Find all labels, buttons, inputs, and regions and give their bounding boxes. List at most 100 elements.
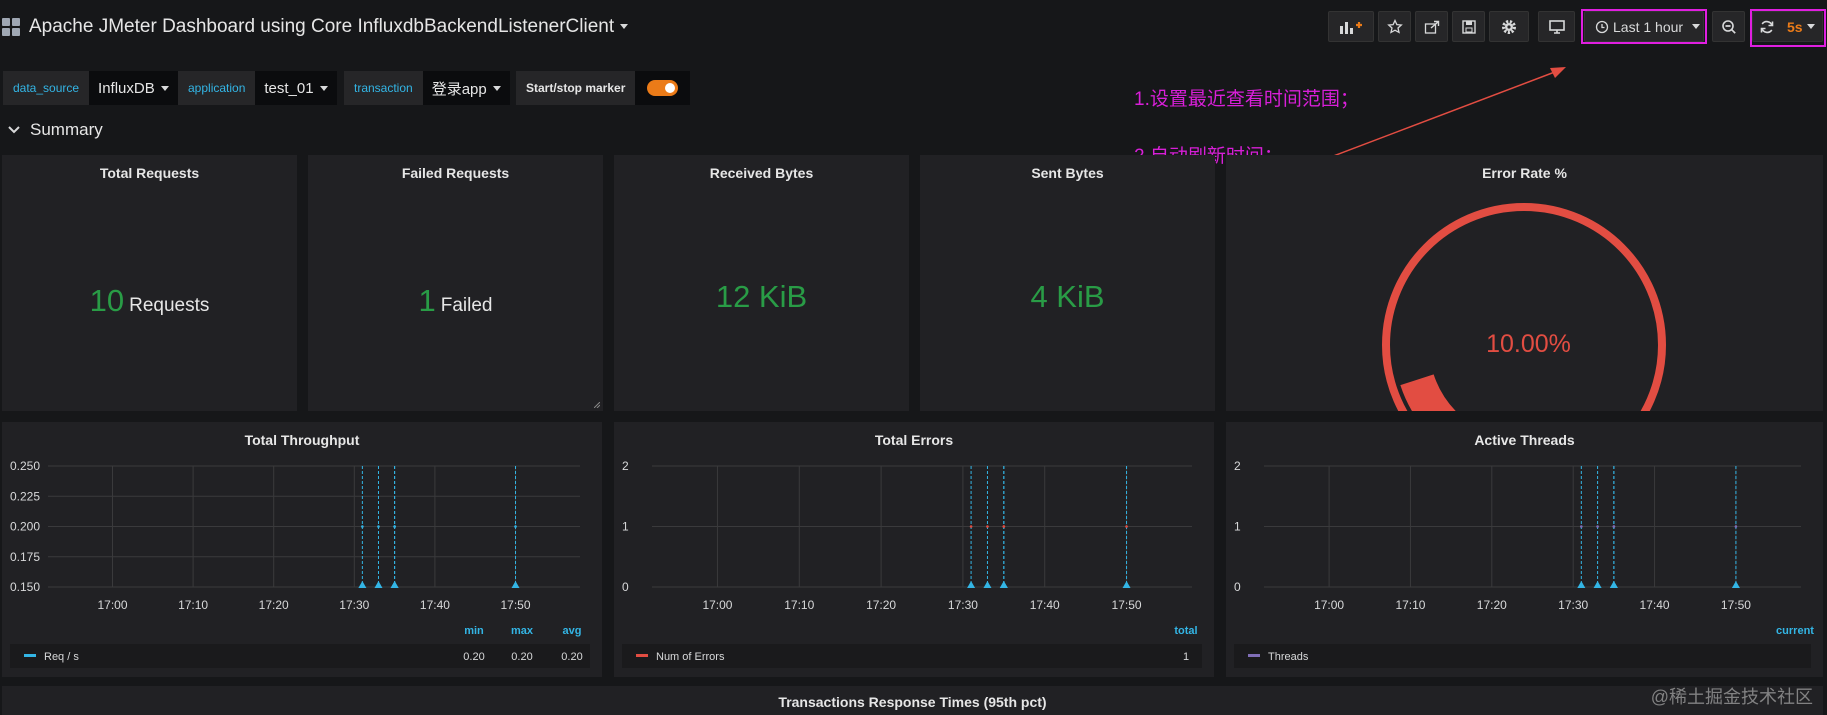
row-title: Summary	[30, 120, 103, 139]
stat-value: 1 Failed	[418, 283, 493, 318]
x-tick-label: 17:00	[97, 598, 127, 612]
variable-value[interactable]: 登录app	[422, 71, 510, 105]
y-tick-label: 0.200	[10, 520, 40, 534]
x-tick-label: 17:10	[178, 598, 208, 612]
variable-application[interactable]: application test_01	[178, 71, 337, 105]
data-point	[1596, 525, 1599, 528]
y-tick-label: 2	[622, 459, 629, 473]
settings-button[interactable]	[1489, 11, 1529, 42]
data-point	[514, 525, 517, 528]
legend-header: max	[511, 625, 534, 637]
legend-value: 0.20	[463, 651, 484, 663]
annotation-marker	[358, 581, 367, 588]
x-tick-label: 17:10	[784, 598, 814, 612]
add-panel-icon	[1340, 21, 1362, 34]
throughput-graph: 0.250 0.225 0.200 0.175 0.150 17:00 17:10 17:20…	[10, 459, 590, 668]
panel-title: Sent Bytes	[1031, 165, 1104, 181]
threads-graph: 2 1 0 17:00 17:10 17:20 17:30 17:40 17:50 current…	[1234, 459, 1814, 668]
annotation-note-1: 1.设置最近查看时间范围；	[1134, 89, 1359, 110]
share-button[interactable]	[1415, 11, 1448, 42]
legend-row	[1234, 644, 1811, 668]
chevron-down-icon	[160, 85, 169, 91]
y-tick-label: 0.250	[10, 459, 40, 473]
variable-data-source[interactable]: data_source InfluxDB	[3, 71, 178, 105]
variable-label: transaction	[344, 71, 423, 105]
x-tick-label: 17:20	[259, 598, 289, 612]
x-tick-label: 17:50	[1721, 598, 1751, 612]
monitor-icon	[1548, 19, 1565, 34]
dashboard-grid-icon[interactable]	[2, 18, 20, 36]
annotation-marker	[511, 581, 520, 588]
dashboard-title[interactable]: Apache JMeter Dashboard using Core Influ…	[29, 16, 629, 38]
annotation-marker	[390, 581, 399, 588]
variable-start-stop-marker[interactable]: Start/stop marker	[516, 71, 691, 105]
annotation-box-time-range	[1581, 9, 1707, 44]
y-tick-label: 0.150	[10, 580, 40, 594]
variable-label: data_source	[3, 71, 90, 105]
legend-row	[10, 644, 590, 668]
zoom-out-icon	[1721, 19, 1736, 34]
row-summary[interactable]: Summary	[8, 120, 103, 140]
annotation-box-refresh	[1750, 9, 1826, 47]
annotation-marker	[1593, 581, 1602, 588]
legend-value: 0.20	[561, 651, 582, 663]
y-tick-label: 0.225	[10, 489, 40, 503]
data-point	[969, 525, 973, 528]
x-tick-label: 17:10	[1395, 598, 1425, 612]
panel-active-threads[interactable]: Active Threads 2 1 0 17:00 17:10 17:20 17:30 17…	[1226, 422, 1823, 677]
data-point	[1612, 525, 1616, 528]
watermark: @稀土掘金技术社区	[1650, 687, 1813, 707]
variable-value[interactable]: InfluxDB	[89, 71, 178, 105]
panel-total-errors[interactable]: Total Errors 2 1 0 17:00 17:10 17:20 17:30 17:4…	[614, 422, 1214, 677]
legend-series-name: Num of Errors	[656, 651, 725, 663]
panel-response-times[interactable]: Transactions Response Times (95th pct)	[2, 686, 1823, 715]
panel-total-throughput[interactable]: Total Throughput 0.250 0.225 0.200 0.175 0.1…	[2, 422, 602, 677]
legend-series-name: Req / s	[44, 651, 79, 663]
x-tick-label: 17:30	[339, 598, 369, 612]
x-tick-label: 17:50	[1112, 598, 1142, 612]
variable-value[interactable]: test_01	[255, 71, 337, 105]
gauge-value: 10.00%	[1486, 330, 1571, 358]
annotation-marker	[374, 581, 383, 588]
data-point	[361, 525, 364, 528]
panel-title: Transactions Response Times (95th pct)	[778, 694, 1047, 710]
star-button[interactable]	[1378, 11, 1411, 42]
resize-handle-icon[interactable]	[594, 402, 600, 408]
tv-mode-button[interactable]	[1538, 11, 1575, 42]
variable-transaction[interactable]: transaction 登录app	[344, 71, 510, 105]
zoom-out-button[interactable]	[1712, 11, 1745, 42]
save-button[interactable]	[1452, 11, 1485, 42]
y-tick-label: 2	[1234, 459, 1241, 473]
panel-failed-requests[interactable]: Failed Requests 1 Failed	[308, 155, 603, 411]
data-point	[1580, 525, 1583, 528]
annotation-marker	[983, 581, 992, 588]
panel-title: Failed Requests	[401, 165, 510, 181]
legend-header: total	[1174, 625, 1197, 637]
data-point	[393, 525, 396, 528]
dashboard-title-text: Apache JMeter Dashboard using Core Influ…	[29, 16, 615, 37]
save-icon	[1461, 19, 1476, 34]
panel-title: Total Requests	[99, 165, 200, 181]
panel-received-bytes[interactable]: Received Bytes 12 KiB	[614, 155, 909, 411]
data-point	[1002, 525, 1006, 528]
stat-value: 4 KiB	[1030, 279, 1105, 314]
chevron-down-icon	[492, 85, 501, 91]
panel-total-requests[interactable]: Total Requests 10 Requests	[2, 155, 297, 411]
add-panel-button[interactable]	[1328, 11, 1374, 42]
annotation-marker	[999, 581, 1008, 588]
panel-error-rate[interactable]: Error Rate % 10.00%	[1226, 155, 1823, 411]
stat-value: 10 Requests	[89, 283, 210, 318]
gauge-value-bar	[1400, 374, 1456, 411]
x-tick-label: 17:40	[420, 598, 450, 612]
gear-icon	[1502, 19, 1516, 34]
annotation-marker	[967, 581, 976, 588]
panel-sent-bytes[interactable]: Sent Bytes 4 KiB	[920, 155, 1215, 411]
marker-toggle[interactable]	[635, 71, 691, 105]
x-tick-label: 17:30	[948, 598, 978, 612]
toggle-switch[interactable]	[647, 80, 679, 96]
chevron-down-icon	[319, 85, 328, 91]
variable-label: application	[178, 71, 256, 105]
annotation-marker	[1577, 581, 1586, 588]
errors-graph: 2 1 0 17:00 17:10 17:20 17:30 17:40 17:50 total Nu…	[622, 459, 1202, 668]
legend-swatch	[1248, 654, 1260, 657]
